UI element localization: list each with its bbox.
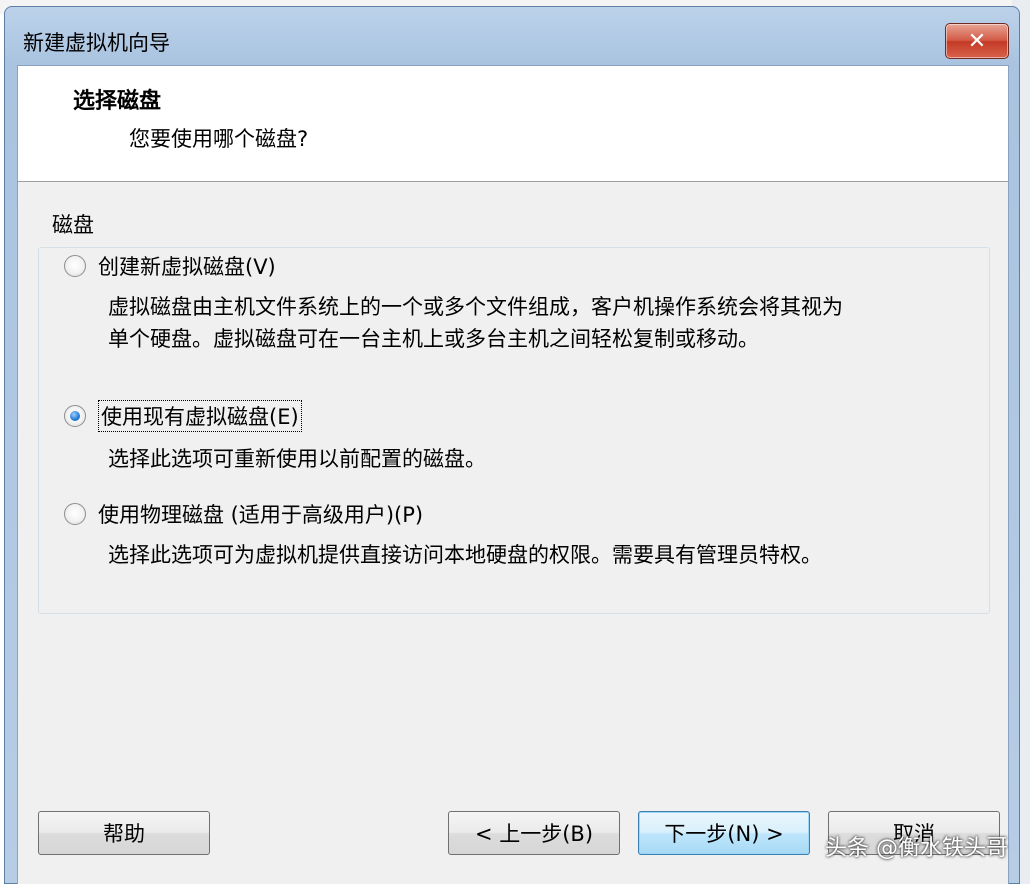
radio-button-icon[interactable] xyxy=(64,503,86,525)
radio-use-physical-disk[interactable]: 使用物理磁盘 (适用于高级用户)(P) xyxy=(64,499,423,529)
radio-use-existing-disk-label: 使用现有虚拟磁盘(E) xyxy=(98,400,302,432)
disk-groupbox-label: 磁盘 xyxy=(48,209,98,239)
window-title: 新建虚拟机向导 xyxy=(23,31,170,55)
description-line: 选择此选项可为虚拟机提供直接访问本地硬盘的权限。需要具有管理员特权。 xyxy=(108,543,822,567)
back-button[interactable]: < 上一步(B) xyxy=(448,811,620,855)
radio-create-new-disk[interactable]: 创建新虚拟磁盘(V) xyxy=(64,251,276,281)
page-title: 选择磁盘 xyxy=(73,89,162,114)
use-physical-disk-description: 选择此选项可为虚拟机提供直接访问本地硬盘的权限。需要具有管理员特权。 xyxy=(108,539,822,571)
radio-create-new-disk-label: 创建新虚拟磁盘(V) xyxy=(98,255,276,279)
use-existing-disk-description: 选择此选项可重新使用以前配置的磁盘。 xyxy=(108,443,486,475)
radio-use-existing-disk[interactable]: 使用现有虚拟磁盘(E) xyxy=(64,400,302,432)
radio-use-physical-disk-label: 使用物理磁盘 (适用于高级用户)(P) xyxy=(98,503,424,527)
description-line: 虚拟磁盘由主机文件系统上的一个或多个文件组成，客户机操作系统会将其视为 xyxy=(108,295,843,319)
wizard-header: 选择磁盘 您要使用哪个磁盘? xyxy=(18,66,1008,182)
wizard-client-area: 选择磁盘 您要使用哪个磁盘? 磁盘 创建新虚拟磁盘(V) 虚拟磁盘由主机文件系统… xyxy=(17,65,1009,884)
watermark-text: 头条 @衡水铁头哥 xyxy=(825,836,1008,861)
title-bar[interactable]: 新建虚拟机向导 ✕ xyxy=(5,7,1019,63)
page-subtitle: 您要使用哪个磁盘? xyxy=(129,127,309,151)
description-line: 选择此选项可重新使用以前配置的磁盘。 xyxy=(108,447,486,471)
wizard-window: 新建虚拟机向导 ✕ 选择磁盘 您要使用哪个磁盘? 磁盘 创建新虚拟磁盘(V) 虚… xyxy=(4,6,1020,884)
close-button[interactable]: ✕ xyxy=(945,23,1009,59)
create-new-disk-description: 虚拟磁盘由主机文件系统上的一个或多个文件组成，客户机操作系统会将其视为 单个硬盘… xyxy=(108,291,843,355)
radio-button-icon[interactable] xyxy=(64,255,86,277)
next-button[interactable]: 下一步(N) > xyxy=(638,811,810,855)
description-line: 单个硬盘。虚拟磁盘可在一台主机上或多台主机之间轻松复制或移动。 xyxy=(108,327,759,351)
radio-button-checked-icon[interactable] xyxy=(64,405,86,427)
close-icon: ✕ xyxy=(967,28,987,54)
help-button[interactable]: 帮助 xyxy=(38,811,210,855)
